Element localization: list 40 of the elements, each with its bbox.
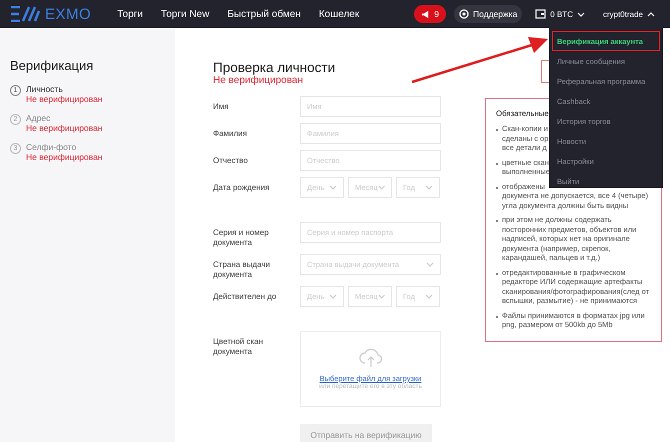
submit-button[interactable]: Отправить на верификацию	[300, 424, 432, 442]
logo-icon[interactable]	[10, 6, 40, 22]
field-label: Серия и номер документа	[213, 227, 270, 248]
caret-icon	[329, 185, 337, 190]
caret-icon	[329, 294, 337, 299]
cloud-upload-icon	[358, 348, 384, 368]
nav-link[interactable]: Быстрый обмен	[227, 8, 301, 20]
balance-button[interactable]: 0 BTC	[530, 5, 590, 23]
nav-link[interactable]: Торги	[117, 8, 143, 20]
wallet-icon	[535, 9, 546, 19]
form-title: Проверка личности	[213, 60, 336, 75]
field-label: Дата рождения	[213, 182, 270, 194]
caret-icon	[425, 294, 433, 299]
field-label: Отчество	[213, 155, 249, 167]
field-label: Фамилия	[213, 128, 248, 140]
caret-icon	[426, 262, 434, 267]
megaphone-icon	[421, 10, 430, 18]
step-link[interactable]: Личность	[26, 84, 103, 94]
caret-icon	[425, 185, 433, 190]
step-status: Не верифицирован	[26, 94, 103, 104]
verification-status: Не верифицирован	[213, 75, 304, 86]
nav-link[interactable]: Торги New	[160, 8, 210, 20]
field-label: Имя	[213, 101, 230, 113]
field-label: Страна выдачи документа	[213, 259, 272, 280]
step-link[interactable]: Селфи-фото	[26, 142, 103, 152]
caret-icon	[576, 12, 585, 16]
user-menu-button[interactable]: crypt0trade	[598, 6, 660, 22]
sidebar-title: Верификация	[10, 58, 94, 73]
caret-icon	[647, 12, 655, 16]
field-label: Действителен до	[213, 291, 278, 303]
caret-icon	[378, 185, 385, 190]
step-status: Не верифицирован	[26, 152, 103, 162]
support-button[interactable]: Поддержка	[454, 5, 522, 23]
caret-icon	[378, 294, 385, 299]
nav-link[interactable]: Кошелек	[318, 8, 360, 20]
field-label: Цветной скан документа	[213, 336, 264, 358]
notifications-button[interactable]: 9	[414, 5, 446, 23]
step-status: Не верифицирован	[26, 123, 103, 133]
step-link[interactable]: Адрес	[26, 113, 103, 123]
logo-text[interactable]: EXMO	[45, 6, 92, 22]
